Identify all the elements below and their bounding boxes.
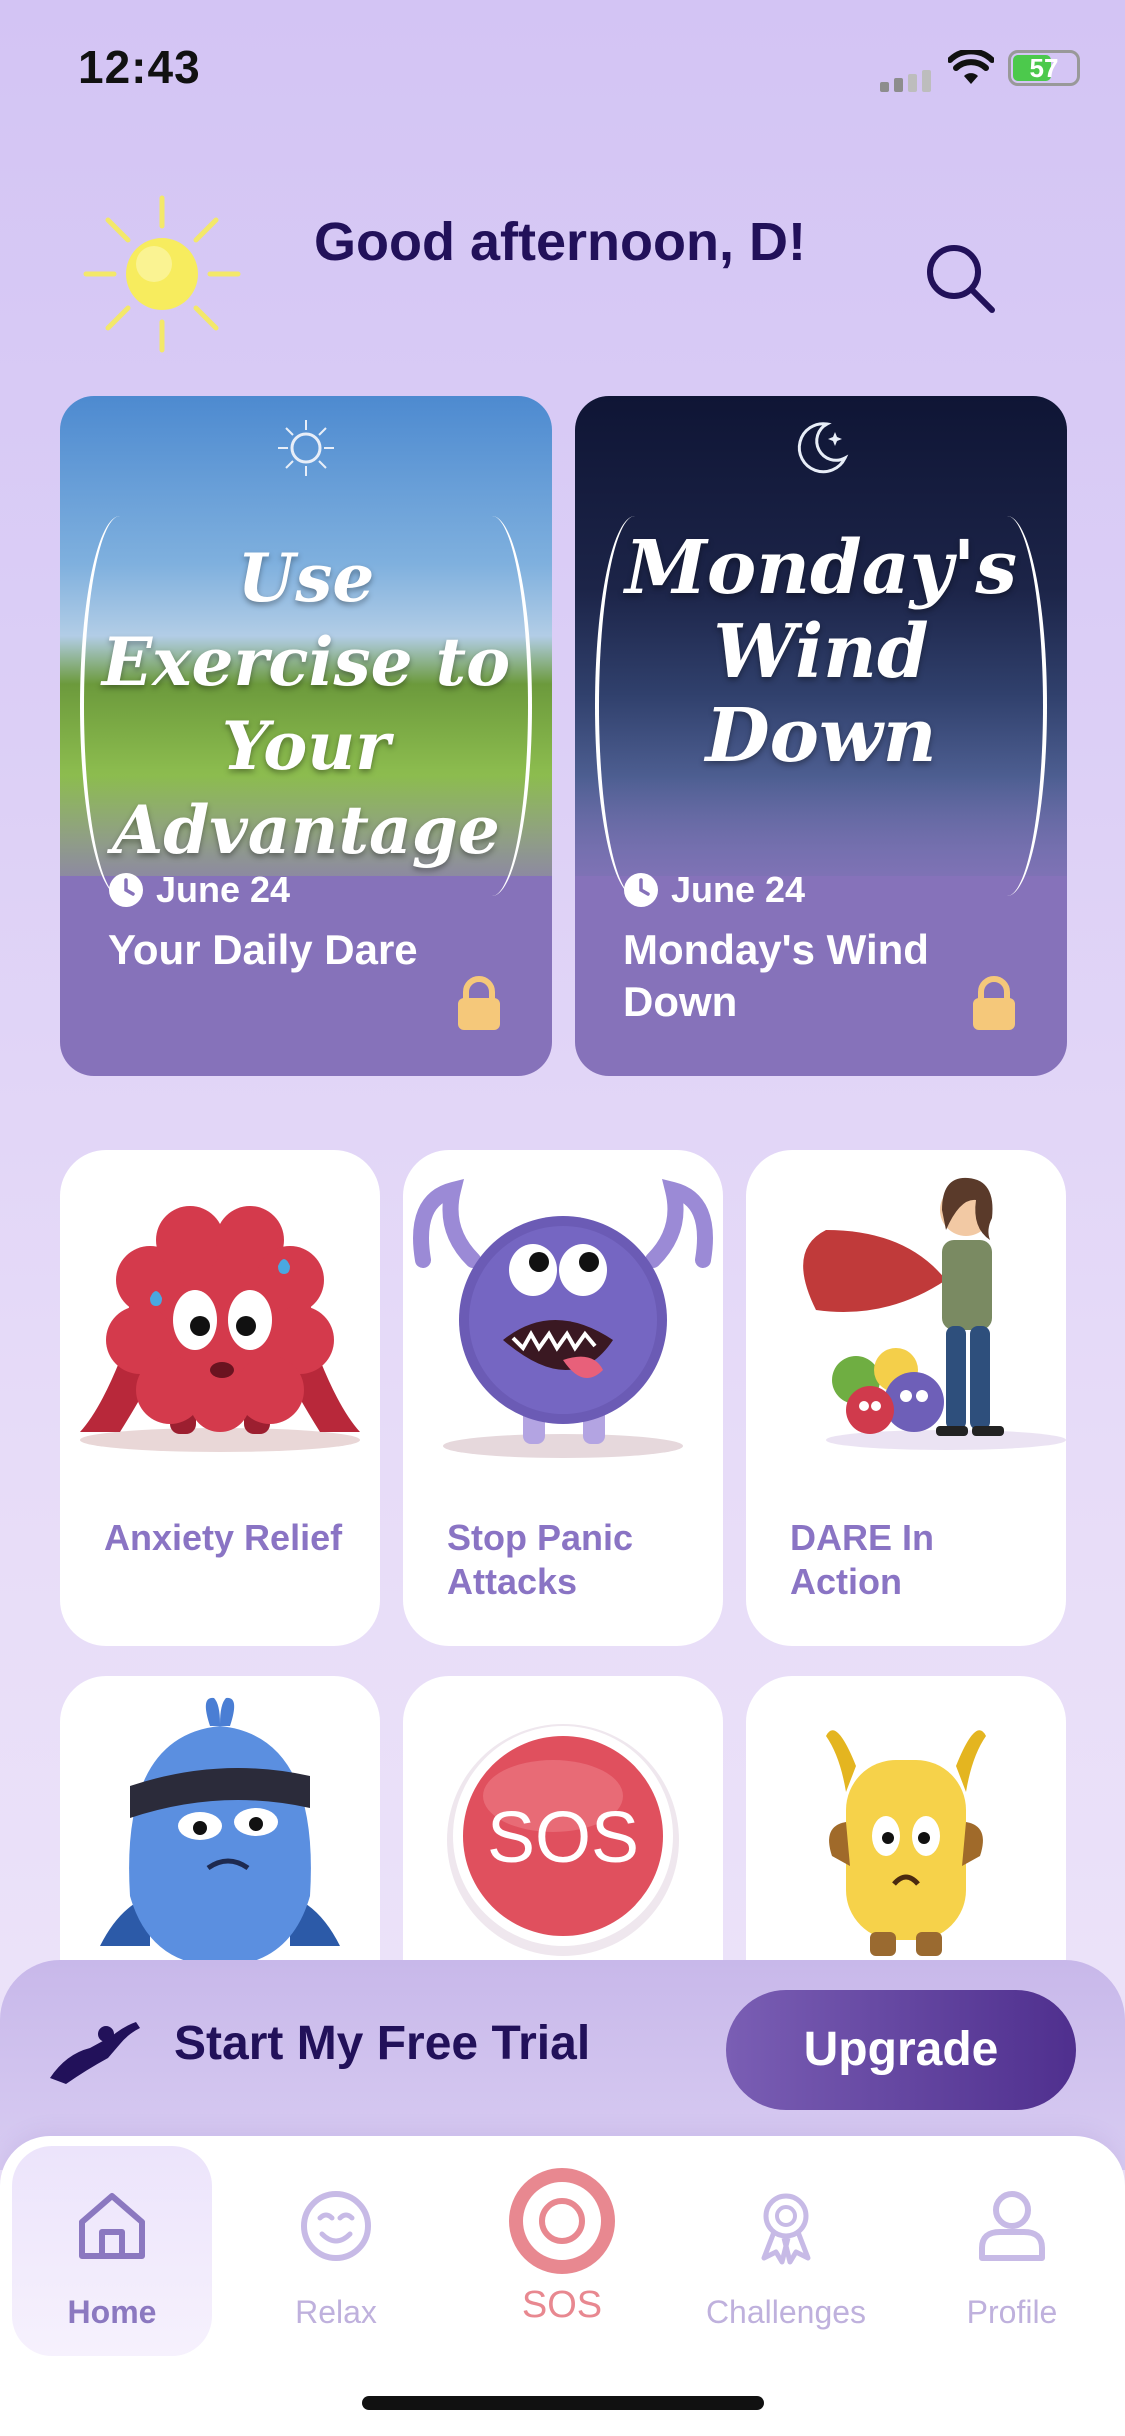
- purple-monster-illustration: [413, 1178, 713, 1458]
- tile-label: Anxiety Relief: [104, 1517, 343, 1558]
- card-date: June 24: [108, 869, 291, 910]
- tab-label: Home: [67, 2294, 157, 2330]
- card-art-title: Use Exercise to Your Advantage: [101, 539, 511, 869]
- battery-icon: 57: [1008, 50, 1080, 86]
- tab-label: Challenges: [705, 2294, 867, 2330]
- card-label: Monday's Wind Down: [623, 926, 929, 1025]
- lifebuoy-icon: [509, 2168, 615, 2274]
- home-indicator[interactable]: [362, 2396, 764, 2410]
- tab-relax[interactable]: Relax: [236, 2146, 436, 2356]
- yellow-monster-illustration: [826, 1730, 986, 1956]
- card-label: Your Daily Dare: [108, 926, 418, 973]
- smile-icon: [301, 2191, 371, 2261]
- signal-icon: [880, 70, 931, 92]
- tab-label: Profile: [966, 2294, 1058, 2330]
- card-date-text: June 24: [156, 869, 291, 910]
- tile-worry[interactable]: [746, 1676, 1066, 1976]
- search-icon[interactable]: [920, 238, 1000, 318]
- card-date: June 24: [623, 869, 806, 910]
- status-bar: 12:43 57: [0, 0, 1125, 140]
- clock-icon: [109, 873, 143, 907]
- tab-home[interactable]: Home: [12, 2146, 212, 2356]
- lock-icon: [973, 976, 1015, 1030]
- status-time: 12:43: [78, 41, 201, 93]
- sos-text: SOS: [487, 1798, 639, 1878]
- tile-label: DARE In Action: [790, 1517, 934, 1602]
- diver-icon: [50, 2022, 140, 2084]
- person-icon: [979, 2191, 1045, 2261]
- tab-challenges[interactable]: Challenges: [686, 2146, 886, 2356]
- greeting-title: Good afternoon, D!: [314, 212, 806, 272]
- tab-bar: Home Relax SOS Challenges Profile: [0, 2136, 1125, 2436]
- tab-sos[interactable]: SOS: [462, 2146, 662, 2356]
- sun-emblem-icon: [278, 420, 334, 476]
- clock-icon: [624, 873, 658, 907]
- tab-profile[interactable]: Profile: [912, 2146, 1112, 2356]
- upgrade-button[interactable]: Upgrade: [726, 1990, 1076, 2110]
- tile-dare-in-action[interactable]: DARE In Action: [746, 1150, 1066, 1646]
- ribbon-icon: [761, 2193, 811, 2265]
- wifi-icon: [948, 50, 994, 84]
- wind-down-card[interactable]: Monday's Wind Down June 24 Monday's Wind…: [575, 396, 1067, 1076]
- sun-icon: [83, 195, 241, 353]
- free-trial-label[interactable]: Start My Free Trial: [174, 2016, 590, 2071]
- daily-dare-card[interactable]: Use Exercise to Your Advantage June 24 Y…: [60, 396, 552, 1076]
- tab-label: Relax: [295, 2294, 377, 2330]
- card-date-text: June 24: [671, 869, 806, 910]
- sos-button-illustration: SOS: [447, 1724, 679, 1956]
- tile-stop-panic-attacks[interactable]: Stop Panic Attacks: [403, 1150, 723, 1646]
- tile-sos[interactable]: SOS: [403, 1676, 723, 1976]
- lock-icon: [458, 976, 500, 1030]
- tile-sleep[interactable]: [60, 1676, 380, 1976]
- home-icon: [79, 2193, 145, 2259]
- tile-anxiety-relief[interactable]: Anxiety Relief: [60, 1150, 380, 1646]
- hero-woman-illustration: [803, 1177, 1066, 1450]
- moon-emblem-icon: [797, 422, 849, 474]
- blue-monster-illustration: [100, 1697, 340, 1966]
- tab-label: SOS: [521, 2284, 603, 2326]
- card-art-title: Monday's Wind Down: [624, 525, 1018, 779]
- red-monster-illustration: [80, 1206, 360, 1452]
- tile-label: Stop Panic Attacks: [447, 1517, 634, 1602]
- battery-level: 57: [1029, 53, 1059, 83]
